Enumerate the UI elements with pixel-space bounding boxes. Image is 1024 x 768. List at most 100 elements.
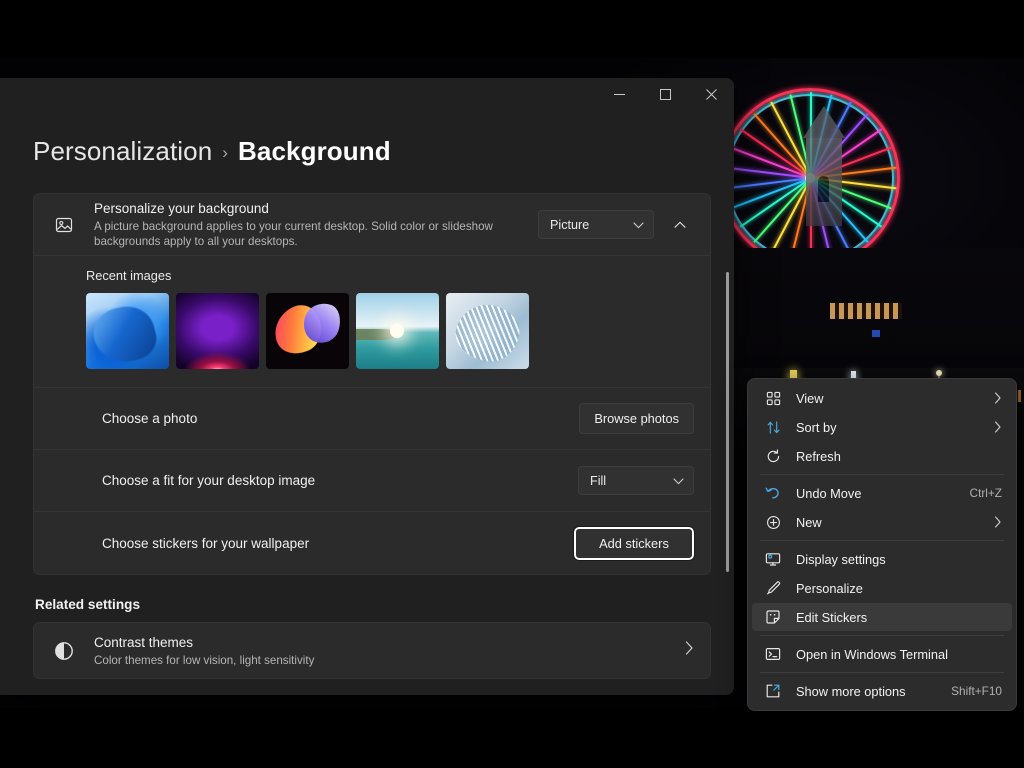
- personalize-background-controls: Picture: [538, 210, 694, 239]
- context-menu-item-shortcut: Ctrl+Z: [969, 486, 1002, 500]
- lit-windows: [830, 303, 902, 319]
- context-menu-item-view[interactable]: View: [752, 384, 1012, 412]
- plus-circle-icon: [764, 513, 782, 531]
- context-menu-item-sort-by[interactable]: Sort by: [752, 413, 1012, 441]
- recent-images-label: Recent images: [86, 268, 172, 283]
- context-menu-item-open-in-windows-terminal[interactable]: Open in Windows Terminal: [752, 640, 1012, 668]
- settings-page: Personalization › Background Personalize…: [0, 114, 734, 695]
- close-icon: [705, 88, 717, 100]
- breadcrumb: Personalization › Background: [33, 136, 710, 167]
- breadcrumb-separator-icon: ›: [222, 143, 229, 162]
- personalize-background-description: A picture background applies to your cur…: [94, 220, 493, 248]
- fit-dropdown[interactable]: Fill: [578, 466, 694, 495]
- context-menu-item-label: Undo Move: [796, 485, 862, 501]
- chevron-right-icon: [994, 421, 1002, 433]
- context-menu-item-label: Display settings: [796, 551, 886, 567]
- menu-separator: [760, 540, 1004, 541]
- choose-stickers-label: Choose stickers for your wallpaper: [102, 535, 310, 551]
- background-settings-card: Personalize your background A picture ba…: [33, 193, 711, 575]
- refresh-icon: [764, 447, 782, 465]
- context-menu-item-new[interactable]: New: [752, 508, 1012, 536]
- menu-separator: [760, 672, 1004, 673]
- context-menu-item-show-more-options[interactable]: Show more options Shift+F10: [752, 677, 1012, 705]
- page-title: Background: [238, 136, 391, 166]
- chevron-down-icon: [633, 218, 644, 232]
- recent-image-thumbnail[interactable]: [356, 293, 439, 369]
- terminal-icon: [764, 645, 782, 663]
- personalize-background-text: Personalize your background A picture ba…: [94, 200, 538, 249]
- choose-fit-row: Choose a fit for your desktop image Fill: [34, 450, 710, 512]
- chevron-right-icon: [994, 392, 1002, 404]
- context-menu-item-undo-move[interactable]: Undo Move Ctrl+Z: [752, 479, 1012, 507]
- chevron-up-icon: [674, 216, 686, 234]
- recent-images-section: Recent images: [34, 256, 710, 388]
- choose-stickers-row: Choose stickers for your wallpaper Add s…: [34, 512, 710, 574]
- menu-separator: [760, 635, 1004, 636]
- context-menu-item-display-settings[interactable]: Display settings: [752, 545, 1012, 573]
- brush-icon: [764, 579, 782, 597]
- screen: Personalization › Background Personalize…: [0, 0, 1024, 768]
- add-stickers-button[interactable]: Add stickers: [573, 525, 695, 561]
- choose-stickers-text: Choose stickers for your wallpaper: [50, 535, 574, 552]
- choose-fit-text: Choose a fit for your desktop image: [50, 472, 578, 489]
- title-bar: [0, 78, 734, 114]
- context-menu-item-label: Open in Windows Terminal: [796, 646, 948, 662]
- minimize-button[interactable]: [596, 78, 642, 110]
- collapse-section-button[interactable]: [666, 211, 694, 239]
- context-menu-item-label: Personalize: [796, 580, 863, 596]
- recent-image-thumbnail[interactable]: [266, 293, 349, 369]
- recent-image-thumbnail[interactable]: [446, 293, 529, 369]
- close-button[interactable]: [688, 78, 734, 110]
- choose-photo-label: Choose a photo: [102, 411, 198, 426]
- chevron-right-icon: [994, 516, 1002, 528]
- choose-fit-label: Choose a fit for your desktop image: [102, 473, 316, 488]
- page-scrollbar[interactable]: [724, 122, 731, 667]
- context-menu-item-label: Refresh: [796, 448, 841, 464]
- contrast-themes-row[interactable]: Contrast themes Color themes for low vis…: [33, 622, 711, 679]
- contrast-themes-title: Contrast themes: [94, 634, 194, 650]
- fit-value: Fill: [590, 473, 607, 488]
- expand-icon: [764, 682, 782, 700]
- choose-photo-row: Choose a photo Browse photos: [34, 388, 710, 450]
- picture-icon: [50, 211, 78, 239]
- tower-window: [818, 176, 829, 202]
- context-menu-item-label: View: [796, 390, 824, 406]
- context-menu-item-label: Edit Stickers: [796, 609, 868, 625]
- menu-separator: [760, 474, 1004, 475]
- grid-icon: [764, 389, 782, 407]
- context-menu-item-shortcut: Shift+F10: [951, 684, 1002, 698]
- chevron-down-icon: [673, 474, 684, 488]
- scrollbar-thumb[interactable]: [726, 272, 729, 572]
- chevron-right-icon: [685, 641, 694, 660]
- maximize-button[interactable]: [642, 78, 688, 110]
- recent-image-thumbnail[interactable]: [86, 293, 169, 369]
- choose-fit-controls: Fill: [578, 466, 694, 495]
- context-menu-item-label: Show more options: [796, 683, 906, 699]
- browse-photos-button[interactable]: Browse photos: [579, 403, 694, 434]
- recent-images-list: [86, 293, 694, 369]
- context-menu-item-personalize[interactable]: Personalize: [752, 574, 1012, 602]
- sort-icon: [764, 418, 782, 436]
- recent-image-thumbnail[interactable]: [176, 293, 259, 369]
- context-menu-item-label: New: [796, 514, 822, 530]
- context-menu-item-label: Sort by: [796, 419, 837, 435]
- contrast-themes-subtitle: Color themes for low vision, light sensi…: [94, 653, 315, 667]
- settings-window: Personalization › Background Personalize…: [0, 78, 734, 695]
- related-settings-heading: Related settings: [35, 597, 140, 612]
- background-type-value: Picture: [550, 217, 590, 232]
- personalize-background-row: Personalize your background A picture ba…: [34, 194, 710, 256]
- maximize-icon: [659, 88, 671, 100]
- background-type-dropdown[interactable]: Picture: [538, 210, 654, 239]
- sticker-icon: [764, 608, 782, 626]
- context-menu-item-edit-stickers[interactable]: Edit Stickers: [752, 603, 1012, 631]
- monitor-icon: [764, 550, 782, 568]
- blue-window-light: [872, 330, 880, 337]
- contrast-themes-text: Contrast themes Color themes for low vis…: [94, 634, 685, 668]
- choose-photo-text: Choose a photo: [50, 410, 579, 427]
- personalize-background-title: Personalize your background: [94, 201, 269, 216]
- breadcrumb-parent[interactable]: Personalization: [33, 136, 212, 167]
- undo-icon: [764, 484, 782, 502]
- contrast-icon: [50, 637, 78, 665]
- context-menu-item-refresh[interactable]: Refresh: [752, 442, 1012, 470]
- desktop-context-menu: View Sort by Refresh Undo Move Ctrl+Z New Disp…: [747, 378, 1017, 711]
